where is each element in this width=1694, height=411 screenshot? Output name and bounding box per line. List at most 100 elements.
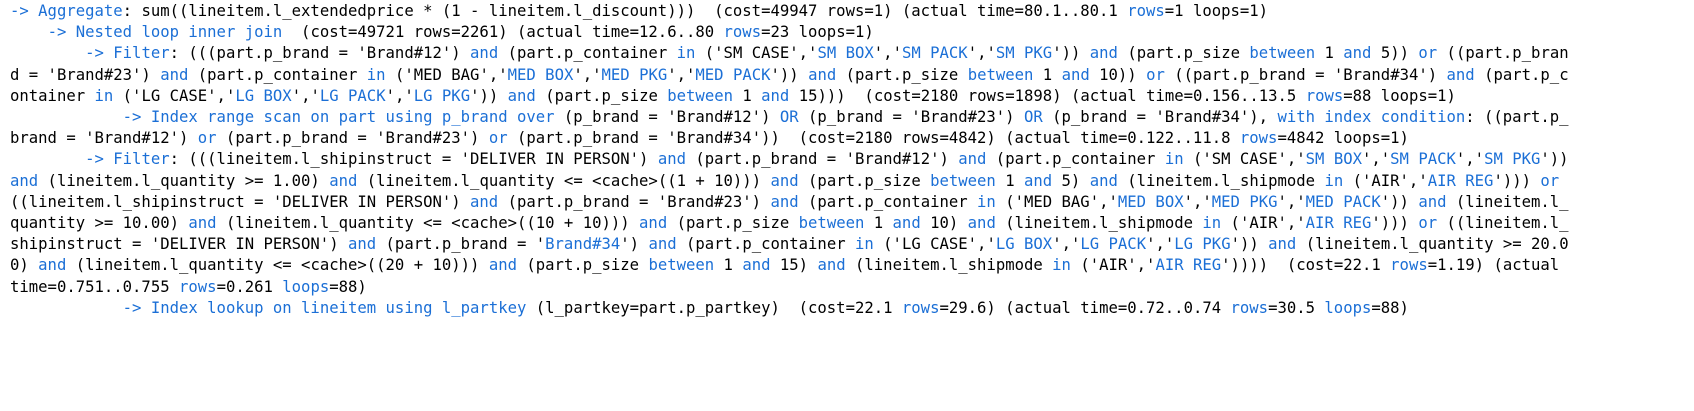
plan-keyword: loops	[282, 277, 330, 296]
plan-keyword: Brand#34	[545, 235, 621, 254]
plan-text: (p_brand = 'Brand#12')	[554, 108, 780, 127]
plan-text: (part.p_size	[517, 256, 649, 275]
plan-text: : (((part.p_brand = 'Brand#12')	[169, 44, 471, 63]
plan-text: (lineitem.l_quantity <= <cache>((20 + 10…	[66, 256, 489, 275]
plan-text: ','	[873, 44, 902, 63]
plan-keyword: in	[855, 235, 874, 254]
plan-text: ','	[291, 86, 320, 105]
plan-text: =0.261	[216, 277, 283, 296]
plan-keyword: AIR REG	[1305, 214, 1372, 233]
plan-text: ('AIR','	[1221, 214, 1306, 233]
plan-keyword: MED BOX	[507, 65, 574, 84]
plan-text: ('SM CASE','	[1183, 150, 1306, 169]
plan-keyword: LG PACK	[1080, 235, 1147, 254]
plan-text: (p_brand = 'Brand#34'),	[1042, 108, 1278, 127]
plan-keyword: -> Filter	[85, 44, 170, 63]
plan-keyword: LG PACK	[319, 86, 386, 105]
plan-text: ','	[1052, 235, 1081, 254]
explain-plan-output[interactable]: -> Aggregate: sum((lineitem.l_extendedpr…	[10, 1, 1570, 319]
plan-text: 15)	[770, 256, 818, 275]
plan-text: ','	[1277, 192, 1306, 211]
plan-text: =88 loops=1)	[1343, 86, 1456, 105]
plan-keyword: and	[967, 214, 996, 233]
plan-keyword: SM PACK	[901, 44, 968, 63]
plan-text: 1	[995, 171, 1024, 190]
plan-text: ','	[1146, 235, 1175, 254]
plan-text: 5)	[1052, 171, 1090, 190]
plan-keyword: in	[676, 44, 696, 63]
plan-text: 1	[1315, 44, 1344, 63]
plan-keyword: rows	[1239, 129, 1278, 148]
plan-text: (part.p_container	[676, 235, 855, 254]
plan-keyword: or	[197, 129, 217, 148]
plan-text: '))	[1052, 44, 1090, 63]
plan-text: (part.p_brand = '	[376, 235, 546, 254]
plan-text: (lineitem.l_shipmode	[1117, 171, 1325, 190]
plan-keyword: SM PKG	[1484, 150, 1541, 169]
plan-text: =4842 loops=1)	[1277, 129, 1409, 148]
plan-keyword: rows	[1305, 86, 1344, 105]
plan-line: -> Index range scan on part using p_bran…	[10, 107, 1570, 149]
plan-text: '))	[1540, 150, 1578, 169]
plan-keyword: and	[808, 65, 837, 84]
plan-line: -> Filter: (((part.p_brand = 'Brand#12')…	[10, 43, 1570, 107]
plan-line: -> Filter: (((lineitem.l_shipinstruct = …	[10, 149, 1570, 297]
plan-text: (part.p_brand = 'Brand#12')	[685, 150, 959, 169]
plan-text: ','	[1362, 150, 1391, 169]
plan-keyword: between	[930, 171, 996, 190]
plan-keyword: and	[1418, 192, 1447, 211]
plan-text: (l_partkey=part.p_partkey) (cost=22.1	[526, 298, 902, 317]
plan-text: ')))	[1493, 171, 1541, 190]
plan-keyword: OR	[779, 108, 799, 127]
plan-text: '))	[1380, 192, 1419, 211]
plan-keyword: -> Aggregate	[10, 2, 123, 20]
plan-keyword: in	[1164, 150, 1184, 169]
plan-text: ('AIR','	[1343, 171, 1428, 190]
plan-line-indent	[10, 44, 85, 62]
plan-text: 5))	[1371, 44, 1419, 63]
plan-text: 10))	[1089, 65, 1147, 84]
plan-keyword: LG BOX	[235, 86, 292, 105]
plan-text: ')))) (cost=22.1	[1221, 256, 1391, 275]
plan-keyword: in	[1324, 171, 1344, 190]
plan-keyword: or	[1540, 171, 1560, 190]
plan-keyword: or	[488, 129, 508, 148]
plan-line: -> Index lookup on lineitem using l_part…	[10, 298, 1570, 319]
plan-keyword: and	[470, 44, 499, 63]
plan-text: ('AIR','	[1070, 256, 1156, 275]
plan-keyword: SM PKG	[995, 44, 1053, 63]
plan-keyword: and	[742, 256, 771, 275]
plan-keyword: and	[1268, 235, 1297, 254]
plan-keyword: and	[38, 256, 67, 275]
plan-keyword: -> Nested loop inner join	[47, 23, 283, 42]
plan-keyword: and	[1089, 171, 1118, 190]
plan-text: (part.p_size	[535, 86, 668, 105]
plan-keyword: and	[160, 65, 189, 84]
plan-text: ','	[667, 65, 696, 84]
plan-keyword: and	[639, 214, 668, 233]
plan-text: (part.p_container	[986, 150, 1165, 169]
plan-keyword: and	[958, 150, 987, 169]
plan-text: (part.p_container	[498, 44, 677, 63]
plan-text: ('SM CASE','	[695, 44, 818, 63]
plan-text: 1	[732, 86, 762, 105]
plan-text: '))	[770, 65, 809, 84]
plan-keyword: rows	[1127, 2, 1165, 20]
plan-text: : (((lineitem.l_shipinstruct = 'DELIVER …	[169, 150, 658, 169]
plan-keyword: rows	[1390, 256, 1428, 275]
plan-text: (part.p_size	[1117, 44, 1250, 63]
plan-text: '))	[470, 86, 508, 105]
plan-keyword: LG PKG	[413, 86, 471, 105]
plan-keyword: and	[817, 256, 846, 275]
plan-text: 15))) (cost=2180 rows=1898) (actual time…	[789, 86, 1306, 105]
plan-keyword: or	[1418, 44, 1438, 63]
plan-keyword: SM PACK	[1390, 150, 1456, 169]
plan-line-indent	[10, 299, 123, 317]
plan-text: 1	[714, 256, 743, 275]
plan-keyword: and	[1446, 65, 1475, 84]
plan-keyword: and	[770, 171, 799, 190]
plan-keyword: MED PACK	[695, 65, 771, 84]
plan-keyword: and	[329, 171, 358, 190]
plan-text: =30.5	[1268, 298, 1325, 317]
plan-keyword: LG PKG	[1174, 235, 1231, 254]
